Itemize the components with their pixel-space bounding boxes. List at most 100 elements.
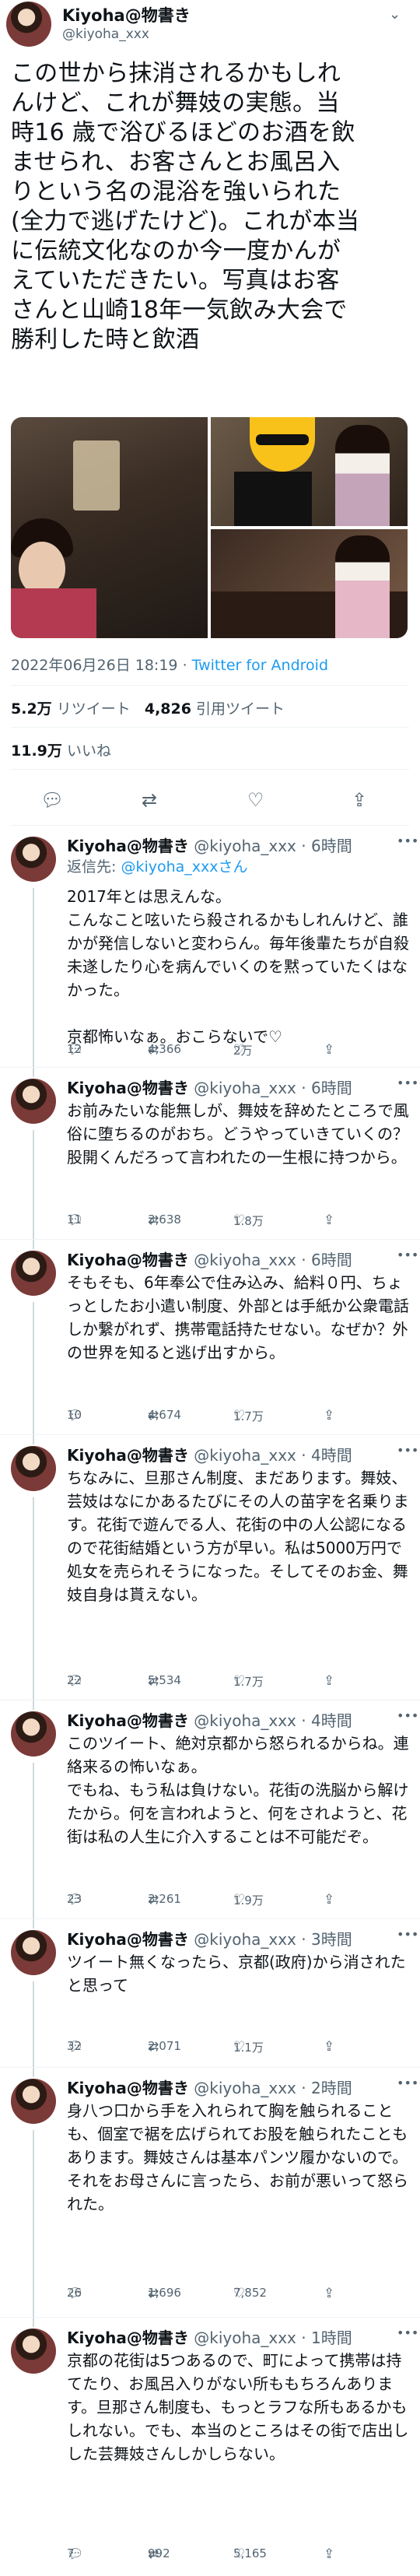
thread-line <box>33 1068 34 1077</box>
reply-header: Kiyoha@物書き @kiyoha_xxx · 3時間 <box>67 1927 352 1950</box>
meta-separator: · <box>182 657 187 674</box>
retweets-label: リツイート <box>56 700 131 718</box>
tweet-text-line: (全力で逃げたけど)。これが本当 <box>11 208 360 235</box>
reply-time[interactable]: · 4時間 <box>301 1711 352 1730</box>
retweet-count: 3,638 <box>148 1213 181 1227</box>
reply-tweet[interactable]: Kiyoha@物書き @kiyoha_xxx · 6時間 ••• お前みたいな能… <box>0 1068 420 1240</box>
tweet-text-line: に伝統文化なのか今一度かんが <box>11 237 341 265</box>
thread-line <box>33 2318 34 2327</box>
reply-author-name[interactable]: Kiyoha@物書き <box>67 2079 189 2097</box>
reply-author-name[interactable]: Kiyoha@物書き <box>67 2329 189 2347</box>
tweet-photo-2[interactable] <box>211 417 408 526</box>
reply-time[interactable]: · 6時間 <box>301 1079 352 1097</box>
reply-author-name[interactable]: Kiyoha@物書き <box>67 837 189 855</box>
reply-avatar[interactable] <box>11 1251 56 1296</box>
more-icon[interactable]: ••• <box>397 1076 418 1090</box>
likes-stat[interactable]: 11.9万 いいね <box>11 739 111 760</box>
reply-avatar[interactable] <box>11 1711 56 1757</box>
reply-text: ツイート無くなったら、京都(政府)から消されたと思って <box>67 1953 406 1995</box>
more-icon[interactable]: ••• <box>397 1248 418 1262</box>
more-icon[interactable]: ••• <box>397 2325 418 2340</box>
reply-author-name[interactable]: Kiyoha@物書き <box>67 1079 189 1097</box>
author-avatar[interactable] <box>6 2 51 47</box>
tweet-text-line: 時16 歳で浴びるほどのお酒を飲 <box>11 119 355 146</box>
retweet-count: 5,534 <box>148 1673 181 1687</box>
reply-count: 32 <box>67 2039 82 2053</box>
tweet-text-line: りという名の混浴を強いられた <box>11 178 341 205</box>
more-icon[interactable]: ••• <box>397 1443 418 1458</box>
thread-line <box>33 2068 34 2077</box>
tweet-header: Kiyoha@物書き @kiyoha_xxx ⌄ <box>0 0 420 58</box>
reply-icon[interactable]: 💬︎ <box>40 789 64 811</box>
tweet-text-line: ませられ、お客さんとお風呂入 <box>11 149 341 176</box>
tweet-photo-1[interactable] <box>11 417 208 638</box>
more-icon[interactable]: ••• <box>397 2076 418 2090</box>
more-icon[interactable]: ••• <box>397 834 418 848</box>
thread-line <box>33 2130 34 2317</box>
reply-author-name[interactable]: Kiyoha@物書き <box>67 1446 189 1465</box>
reply-tweet[interactable]: Kiyoha@物書き @kiyoha_xxx · 6時間 ••• 返信先: @k… <box>0 826 420 1068</box>
reply-author-handle[interactable]: @kiyoha_xxx <box>194 1446 296 1465</box>
photo-suit <box>234 472 312 526</box>
reply-header: Kiyoha@物書き @kiyoha_xxx · 6時間 <box>67 834 352 856</box>
reply-author-handle[interactable]: @kiyoha_xxx <box>194 2079 296 2097</box>
author-name[interactable]: Kiyoha@物書き <box>62 3 191 26</box>
tweet-text-line: えていただきたい。写真はお客 <box>11 267 340 294</box>
reply-avatar[interactable] <box>11 837 56 882</box>
reply-tweet[interactable]: Kiyoha@物書き @kiyoha_xxx · 1時間 ••• 京都の花街は5… <box>0 2318 420 2574</box>
reply-actions: 💬︎ 10 ⇄ 4,674 ♡ 1.7万 ⇪ <box>67 1408 401 1428</box>
heart-icon[interactable]: ♡ <box>247 789 264 811</box>
retweet-count: 1,696 <box>148 2286 181 2300</box>
tweet-source-app[interactable]: Twitter for Android <box>192 657 328 674</box>
tweet-action-bar: 💬︎ ⇄ ♡ ⇪ <box>0 778 420 822</box>
tweet-photo-3[interactable] <box>211 529 408 638</box>
share-icon: ⇪ <box>324 1042 335 1058</box>
reply-tweet[interactable]: Kiyoha@物書き @kiyoha_xxx · 3時間 ••• ツイート無くな… <box>0 1919 420 2068</box>
like-count: 5,165 <box>233 2546 267 2560</box>
quotes-stat[interactable]: 4,826 引用ツイート <box>145 700 285 718</box>
reply-avatar[interactable] <box>11 2079 56 2124</box>
reply-author-name[interactable]: Kiyoha@物書き <box>67 1711 189 1730</box>
reply-header: Kiyoha@物書き @kiyoha_xxx · 4時間 <box>67 1708 352 1731</box>
reply-author-name[interactable]: Kiyoha@物書き <box>67 1930 189 1949</box>
like-count: 1.7万 <box>233 1675 264 1689</box>
reply-time[interactable]: · 3時間 <box>301 1930 352 1949</box>
reply-time[interactable]: · 6時間 <box>301 1251 352 1269</box>
tweet-date[interactable]: 2022年06月26日 18:19 <box>11 657 178 674</box>
reply-avatar[interactable] <box>11 1446 56 1491</box>
reply-text: ちなみに、旦那さん制度、まだあります。舞妓、芸妓はなにかあるたびにその人の苗字を… <box>67 1469 409 1604</box>
reply-time[interactable]: · 1時間 <box>301 2329 352 2347</box>
tweet-stats-row: 5.2万 リツイート 4,826 引用ツイート <box>11 697 285 718</box>
reply-author-name[interactable]: Kiyoha@物書き <box>67 1251 189 1269</box>
reply-tweet[interactable]: Kiyoha@物書き @kiyoha_xxx · 4時間 ••• このツイート、… <box>0 1700 420 1919</box>
reply-author-handle[interactable]: @kiyoha_xxx <box>194 1930 296 1949</box>
reply-time[interactable]: · 2時間 <box>301 2079 352 2097</box>
like-count: 1.7万 <box>233 1409 264 1423</box>
reply-author-handle[interactable]: @kiyoha_xxx <box>194 1711 296 1730</box>
reply-tweet[interactable]: Kiyoha@物書き @kiyoha_xxx · 2時間 ••• 身八つ口から手… <box>0 2068 420 2318</box>
more-icon[interactable]: ••• <box>397 1708 418 1723</box>
chevron-down-icon[interactable]: ⌄ <box>389 6 401 23</box>
retweets-stat[interactable]: 5.2万 リツイート <box>11 700 131 718</box>
reply-avatar[interactable] <box>11 1079 56 1124</box>
reply-avatar[interactable] <box>11 2329 56 2374</box>
author-handle[interactable]: @kiyoha_xxx <box>62 26 149 42</box>
reply-tweet[interactable]: Kiyoha@物書き @kiyoha_xxx · 4時間 ••• ちなみに、旦那… <box>0 1435 420 1700</box>
reply-tweet[interactable]: Kiyoha@物書き @kiyoha_xxx · 6時間 ••• そもそも、6年… <box>0 1240 420 1435</box>
reply-header: Kiyoha@物書き @kiyoha_xxx · 4時間 <box>67 1443 352 1465</box>
retweet-icon[interactable]: ⇄ <box>142 789 157 811</box>
reply-author-handle[interactable]: @kiyoha_xxx <box>194 2329 296 2347</box>
reply-to-handle[interactable]: @kiyoha_xxxさん <box>121 858 247 876</box>
reply-time[interactable]: · 6時間 <box>301 837 352 855</box>
reply-avatar[interactable] <box>11 1930 56 1975</box>
reply-author-handle[interactable]: @kiyoha_xxx <box>194 1079 296 1097</box>
reply-actions: 💬︎ 26 ⇄ 1,696 ♡ 7,852 ⇪ <box>67 2286 401 2306</box>
share-icon[interactable]: ⇪ <box>352 789 367 811</box>
reply-author-handle[interactable]: @kiyoha_xxx <box>194 1251 296 1269</box>
more-icon[interactable]: ••• <box>397 1927 418 1942</box>
reply-time[interactable]: · 4時間 <box>301 1446 352 1465</box>
share-icon: ⇪ <box>324 1892 335 1907</box>
reply-author-handle[interactable]: @kiyoha_xxx <box>194 837 296 855</box>
reply-header: Kiyoha@物書き @kiyoha_xxx · 1時間 <box>67 2325 352 2348</box>
quotes-count: 4,826 <box>144 700 191 718</box>
